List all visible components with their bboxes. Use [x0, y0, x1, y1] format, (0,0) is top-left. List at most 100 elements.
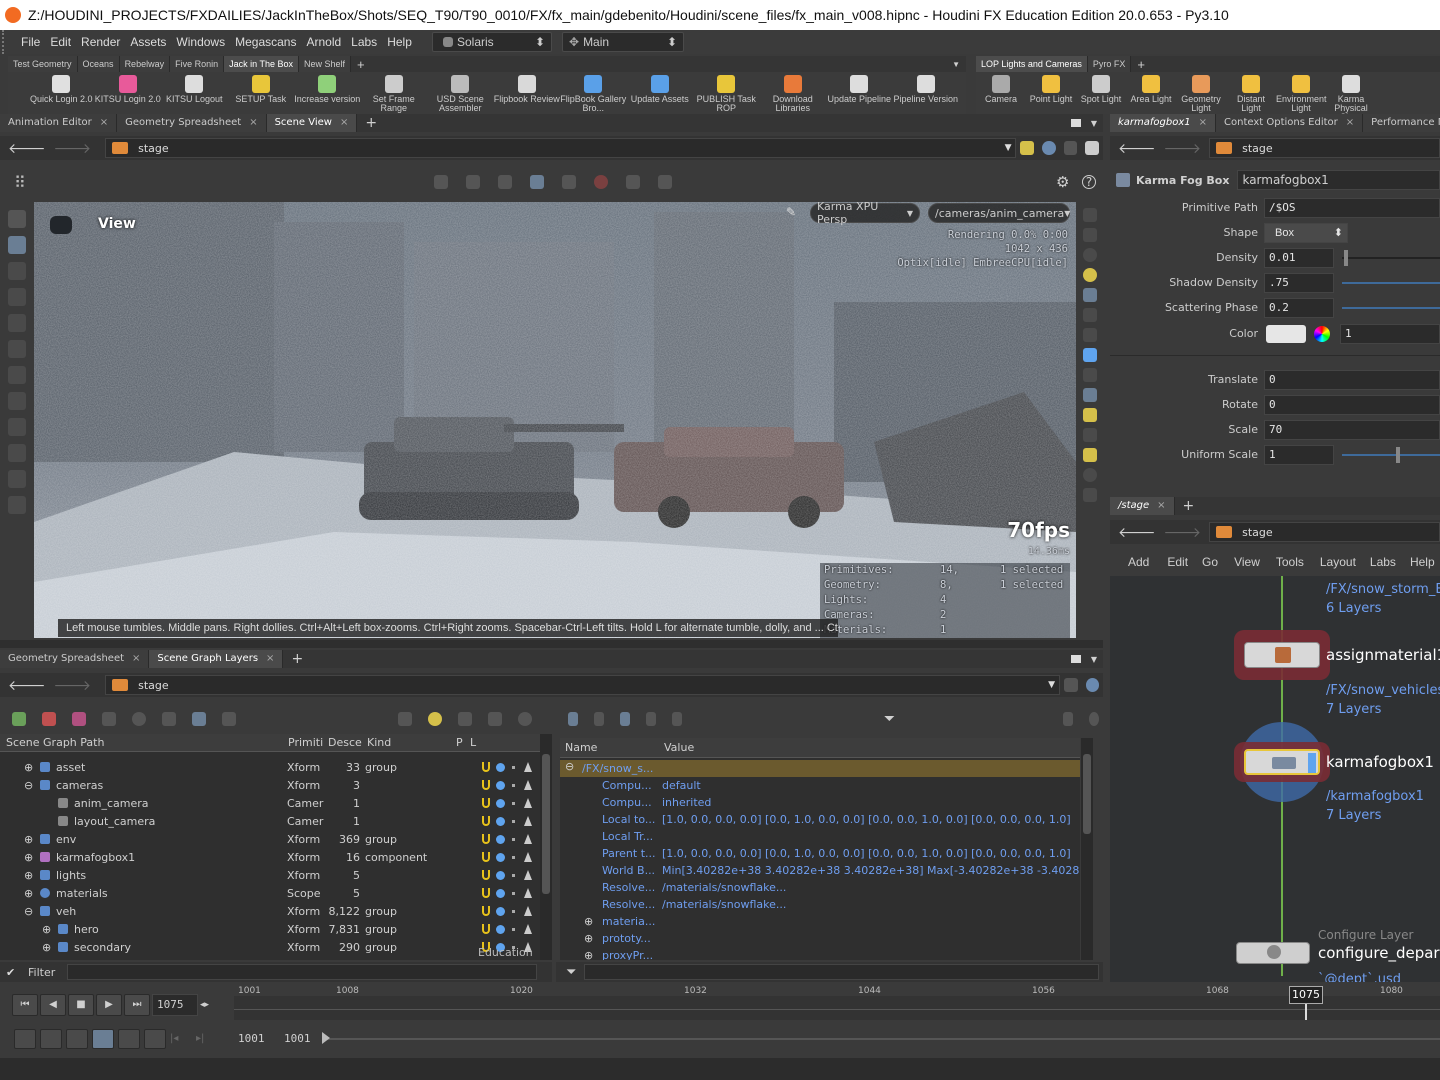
- rows-view-icon[interactable]: [645, 712, 656, 726]
- stop-icon[interactable]: ■: [68, 994, 94, 1016]
- slider-handle[interactable]: [1344, 250, 1348, 266]
- shelf-tab-jack-in-the-box[interactable]: Jack in The Box: [224, 56, 299, 72]
- pick-icon[interactable]: [222, 712, 236, 726]
- scene-graph-row[interactable]: ⊕ karmafogbox1 Xform 16 component: [0, 848, 540, 866]
- jump-end-icon[interactable]: ⏭: [124, 994, 150, 1016]
- expand-icon[interactable]: ⊕: [24, 869, 33, 882]
- view-camera-icon[interactable]: [50, 216, 72, 234]
- shelf2-tool-5[interactable]: Distant Light: [1226, 72, 1276, 114]
- active-toggle-icon[interactable]: [482, 834, 490, 844]
- menu-edit[interactable]: Edit: [45, 35, 76, 49]
- active-toggle-icon[interactable]: [482, 780, 490, 790]
- pin-icon[interactable]: [1020, 141, 1035, 155]
- visibility-toggle-icon[interactable]: [496, 762, 505, 772]
- back-arrow-icon[interactable]: 🡐: [8, 140, 46, 157]
- visibility-toggle-icon[interactable]: [496, 924, 505, 934]
- snapshot-icon[interactable]: [562, 175, 576, 189]
- active-toggle-icon[interactable]: [482, 888, 490, 898]
- tab-context-options-editor[interactable]: Context Options Editor ×: [1216, 114, 1364, 132]
- solo-icon[interactable]: [512, 927, 515, 931]
- add-tab-icon[interactable]: +: [1175, 498, 1203, 514]
- shelf-tab-new-shelf[interactable]: New Shelf: [299, 56, 352, 72]
- layout-icon[interactable]: [1063, 141, 1078, 155]
- scene-graph-row[interactable]: ⊕ secondary Xform 290 group: [0, 938, 540, 956]
- current-frame-field[interactable]: 1075: [152, 994, 198, 1016]
- menu-render[interactable]: Render: [76, 35, 125, 49]
- header-descendants[interactable]: Desce: [328, 736, 362, 749]
- tab-karmafogbox1[interactable]: karmafogbox1 ×: [1110, 114, 1217, 132]
- collection-icon[interactable]: [72, 712, 86, 726]
- visibility-toggle-icon[interactable]: [496, 816, 505, 826]
- shelf-tool-6[interactable]: USD Scene Assembler: [427, 72, 494, 114]
- header-p[interactable]: P: [456, 736, 463, 749]
- ghost-icon[interactable]: [1083, 228, 1097, 242]
- paint-tool-icon[interactable]: [8, 470, 26, 488]
- help-icon[interactable]: [1089, 712, 1099, 726]
- header-value[interactable]: Value: [664, 741, 694, 754]
- sphere-icon[interactable]: [1083, 468, 1097, 482]
- add-shelf-tab-icon[interactable]: +: [351, 57, 371, 72]
- select-toggle-icon[interactable]: [524, 870, 532, 880]
- shelf-tool-4[interactable]: Increase version: [294, 72, 361, 114]
- network-menu-tools[interactable]: Tools: [1276, 555, 1304, 569]
- network-canvas[interactable]: /FX/snow_storm_E 6 Layers assignmaterial…: [1110, 576, 1440, 982]
- select-mode-icon[interactable]: [434, 175, 448, 189]
- audio-icon[interactable]: [40, 1029, 62, 1049]
- next-key-icon[interactable]: ▸|: [196, 1029, 218, 1049]
- property-group-row[interactable]: ⊕ materia...: [560, 915, 1080, 932]
- scrollbar-thumb[interactable]: [1083, 754, 1091, 834]
- header-name[interactable]: Name: [565, 741, 597, 754]
- move-tool-icon[interactable]: [8, 262, 26, 280]
- network-menu-add[interactable]: Add: [1128, 555, 1149, 569]
- node-name-field[interactable]: karmafogbox1: [1237, 170, 1440, 190]
- camera-toggle-icon[interactable]: [530, 175, 544, 189]
- render-region-icon[interactable]: [1083, 448, 1097, 462]
- maximize-pane-icon[interactable]: [1070, 119, 1081, 127]
- property-row[interactable]: Compu... inherited: [560, 796, 1080, 813]
- stamp-tool-icon[interactable]: [8, 496, 26, 514]
- visibility-icon[interactable]: [1083, 328, 1097, 342]
- shelf-tool-13[interactable]: Pipeline Version: [893, 72, 960, 114]
- header-path[interactable]: Scene Graph Path: [6, 736, 104, 749]
- checkbox-icon[interactable]: ✔: [6, 966, 18, 979]
- brush-icon[interactable]: ✎: [786, 205, 796, 219]
- density-slider[interactable]: [1342, 257, 1440, 259]
- active-toggle-icon[interactable]: [482, 870, 490, 880]
- color-value-field[interactable]: 1: [1340, 324, 1440, 344]
- header-l[interactable]: L: [470, 736, 476, 749]
- gear-icon[interactable]: ⚙: [1056, 173, 1069, 191]
- lock-icon[interactable]: [488, 712, 502, 726]
- tab-scene-view[interactable]: Scene View ×: [266, 114, 358, 132]
- slider-handle[interactable]: [1396, 447, 1400, 463]
- shelf-tool-9[interactable]: Update Assets: [627, 72, 694, 114]
- lock-tool-icon[interactable]: [8, 236, 26, 254]
- expand-icon[interactable]: ⊕: [24, 761, 33, 774]
- viewer-path-field[interactable]: stage ▼: [105, 138, 1017, 158]
- range-end-field[interactable]: 1001: [284, 1032, 311, 1045]
- trs-icon[interactable]: [671, 712, 682, 726]
- active-toggle-icon[interactable]: [482, 906, 490, 916]
- tab-stage-network[interactable]: /stage ×: [1110, 497, 1175, 515]
- tab-geometry-spreadsheet[interactable]: Geometry Spreadsheet ×: [117, 114, 267, 132]
- property-row[interactable]: Resolve... /materials/snowflake...: [560, 898, 1080, 915]
- network-menu-help[interactable]: Help: [1410, 555, 1435, 569]
- play-reverse-icon[interactable]: ◀: [40, 994, 66, 1016]
- menu-help[interactable]: Help: [382, 35, 417, 49]
- select-toggle-icon[interactable]: [524, 816, 532, 826]
- uniform-scale-field[interactable]: 1: [1264, 445, 1334, 465]
- solo-icon[interactable]: [512, 837, 515, 841]
- shelf-tab-rebelway[interactable]: Rebelway: [119, 56, 171, 72]
- scene-graph-row[interactable]: ⊕ env Xform 369 group: [0, 830, 540, 848]
- camera-select[interactable]: /cameras/anim_camera ▼: [928, 203, 1070, 223]
- tab-geometry-spreadsheet-bottom[interactable]: Geometry Spreadsheet ×: [0, 650, 150, 668]
- shelf2-tool-7[interactable]: Karma Physical Sky...: [1326, 72, 1376, 122]
- shelf-tool-7[interactable]: Flipbook Review: [494, 72, 561, 114]
- snapshot-display-icon[interactable]: [1083, 388, 1097, 402]
- link-icon[interactable]: [1085, 678, 1099, 692]
- network-menu-layout[interactable]: Layout: [1320, 555, 1356, 569]
- light-display-icon[interactable]: [1083, 288, 1097, 302]
- clock-icon[interactable]: [92, 1029, 114, 1049]
- scene-graph-row[interactable]: ⊖ cameras Xform 3: [0, 776, 540, 794]
- configure-layer-node[interactable]: [1236, 942, 1310, 964]
- prev-key-icon[interactable]: |◂: [170, 1029, 192, 1049]
